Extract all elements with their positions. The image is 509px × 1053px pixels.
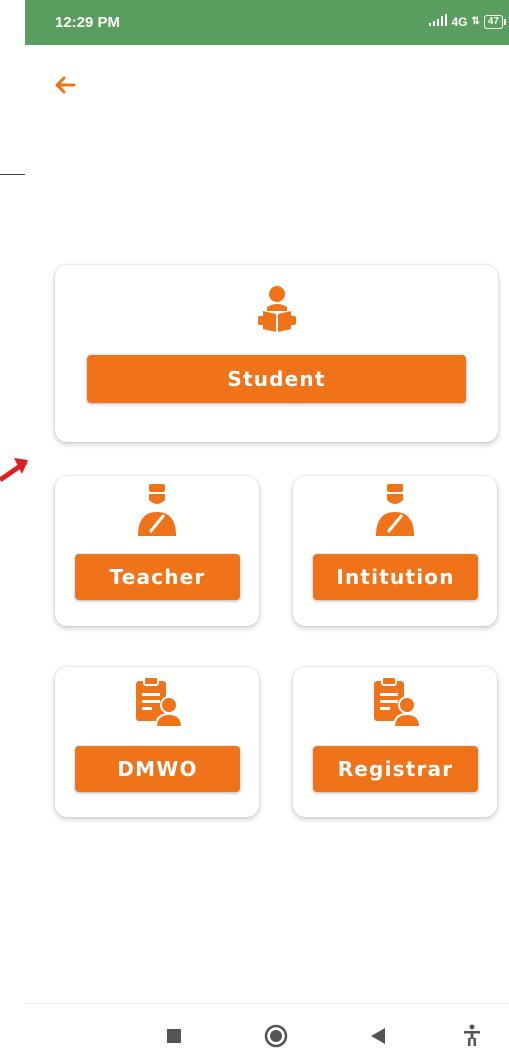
dmwo-button[interactable]: DMWO bbox=[75, 746, 240, 792]
registrar-button[interactable]: Registrar bbox=[313, 746, 478, 792]
registrar-card[interactable]: Registrar bbox=[293, 667, 497, 817]
clipboard-user-icon bbox=[370, 675, 422, 732]
status-bar: 12:29 PM 4G ⇅ 47 bbox=[25, 0, 509, 45]
stop-square-icon[interactable] bbox=[167, 1029, 181, 1048]
student-card[interactable]: Student bbox=[55, 265, 498, 442]
status-indicators: 4G ⇅ 47 bbox=[429, 14, 507, 29]
red-arrow-icon bbox=[0, 458, 28, 483]
dmwo-card[interactable]: DMWO bbox=[55, 667, 259, 817]
status-time: 12:29 PM bbox=[55, 14, 121, 31]
student-button-label: Student bbox=[227, 367, 326, 391]
institution-button[interactable]: Intitution bbox=[313, 554, 478, 600]
home-circle-icon[interactable] bbox=[264, 1024, 288, 1053]
battery-icon: 47 bbox=[483, 14, 507, 29]
registrar-button-label: Registrar bbox=[337, 757, 454, 781]
student-button[interactable]: Student bbox=[87, 355, 466, 403]
clipboard-user-icon bbox=[132, 675, 184, 732]
arrow-left-icon bbox=[55, 76, 76, 94]
network-type: 4G bbox=[451, 14, 468, 29]
person-icon bbox=[373, 482, 417, 541]
back-triangle-icon[interactable] bbox=[371, 1028, 385, 1049]
signal-icon bbox=[429, 14, 448, 29]
teacher-button-label: Teacher bbox=[109, 565, 206, 589]
institution-card[interactable]: Intitution bbox=[293, 476, 497, 626]
dmwo-button-label: DMWO bbox=[117, 757, 198, 781]
person-icon bbox=[135, 482, 179, 541]
data-arrows-icon: ⇅ bbox=[471, 16, 480, 27]
institution-button-label: Intitution bbox=[336, 565, 455, 589]
back-button[interactable] bbox=[48, 70, 82, 100]
teacher-card[interactable]: Teacher bbox=[55, 476, 259, 626]
reading-student-icon bbox=[255, 283, 299, 338]
divider-line bbox=[0, 174, 25, 175]
teacher-button[interactable]: Teacher bbox=[75, 554, 240, 600]
battery-level: 47 bbox=[487, 15, 499, 27]
system-nav-bar bbox=[25, 1003, 509, 1048]
